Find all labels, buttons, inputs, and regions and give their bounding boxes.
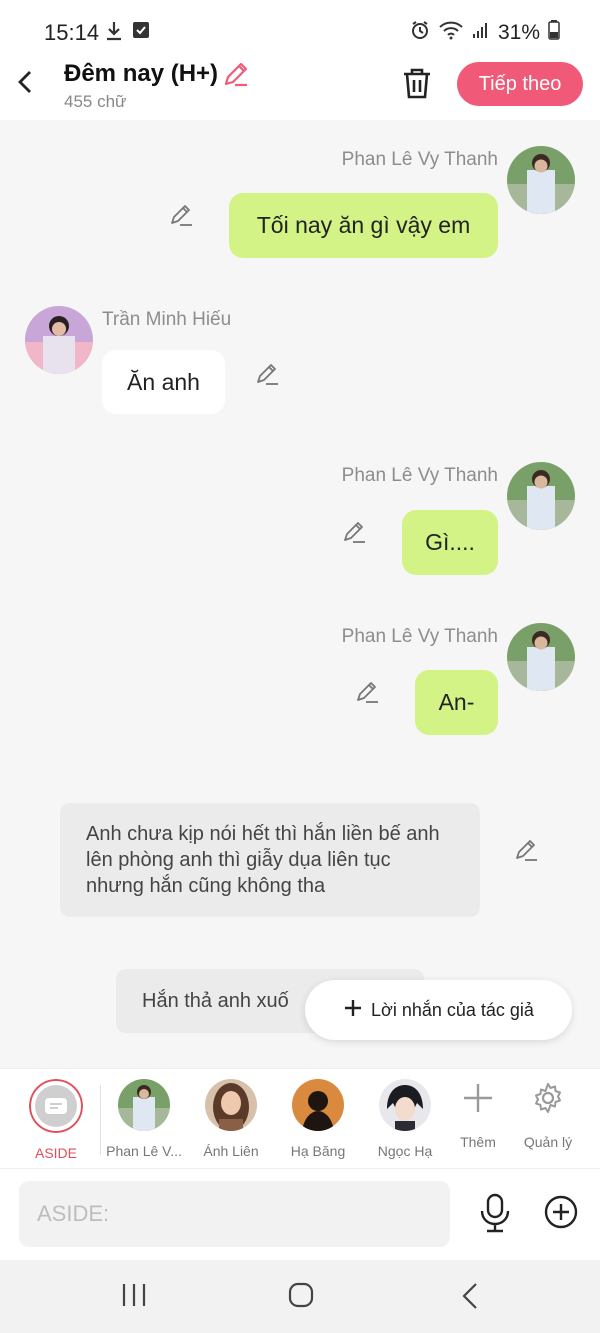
character-label: Thêm	[460, 1134, 496, 1150]
avatar	[379, 1079, 431, 1131]
character-label: Phan Lê V...	[106, 1143, 182, 1159]
character-anh-lien[interactable]: Ánh Liên	[189, 1079, 273, 1159]
character-label: Hạ Băng	[290, 1143, 346, 1159]
character-ha-bang[interactable]: Hạ Băng	[276, 1079, 360, 1159]
author-note-button[interactable]: Lời nhắn của tác giả	[305, 980, 572, 1040]
home-button[interactable]	[288, 1282, 314, 1313]
message-bubble[interactable]: An-	[415, 670, 498, 735]
sender-name: Phan Lê Vy Thanh	[341, 465, 498, 486]
alarm-icon	[410, 20, 430, 45]
message-text: An-	[438, 689, 475, 715]
message-bubble[interactable]: Tối nay ăn gì vậy em	[229, 193, 498, 258]
aside-icon	[29, 1079, 83, 1133]
character-bar: ASIDE Phan Lê V... Ánh Liên Hạ Băng Ngọc…	[0, 1068, 600, 1169]
recent-apps-button[interactable]	[121, 1282, 147, 1313]
avatar[interactable]	[507, 623, 575, 691]
gear-icon	[531, 1081, 565, 1120]
story-title: Đêm nay (H+)	[64, 60, 219, 87]
edit-message-icon[interactable]	[169, 202, 195, 228]
avatar[interactable]	[507, 462, 575, 530]
back-button[interactable]	[12, 68, 40, 96]
word-count: 455 chữ	[64, 92, 127, 111]
download-icon	[104, 20, 124, 47]
checkbox-icon	[132, 20, 150, 47]
chat-area[interactable]: Phan Lê Vy Thanh Tối nay ăn gì vậy em Tr…	[0, 120, 600, 1068]
wifi-icon	[438, 20, 464, 45]
message-bubble[interactable]: Gì....	[402, 510, 498, 575]
sender-name: Trần Minh Hiếu	[102, 309, 232, 330]
character-label: Ánh Liên	[203, 1143, 259, 1159]
avatar	[118, 1079, 170, 1131]
sender-name: Phan Lê Vy Thanh	[341, 626, 498, 647]
character-phan-le-vy-thanh[interactable]: Phan Lê V...	[102, 1079, 186, 1159]
character-label: ASIDE	[34, 1145, 77, 1161]
divider	[100, 1085, 101, 1155]
app-header: Đêm nay (H+) 455 chữ Tiếp theo	[0, 48, 600, 120]
character-aside[interactable]: ASIDE	[14, 1079, 98, 1161]
avatar	[205, 1079, 257, 1131]
edit-message-icon[interactable]	[342, 519, 368, 545]
narration-text: Anh chưa kịp nói hết thì hắn liền bế anh…	[86, 823, 440, 897]
status-time: 15:14	[44, 20, 100, 45]
message-bubble[interactable]: Ăn anh	[102, 350, 225, 414]
add-attachment-button[interactable]	[543, 1194, 579, 1235]
battery-icon	[548, 20, 560, 45]
avatar[interactable]	[25, 306, 93, 374]
signal-icon	[472, 21, 490, 44]
edit-message-icon[interactable]	[355, 679, 381, 705]
message-text: Tối nay ăn gì vậy em	[256, 212, 471, 238]
character-label: Ngọc Hạ	[377, 1143, 433, 1159]
microphone-icon[interactable]	[478, 1193, 512, 1238]
edit-title-icon[interactable]	[222, 60, 250, 93]
plus-icon	[461, 1081, 495, 1120]
delete-button[interactable]	[400, 66, 434, 105]
edit-narration-icon[interactable]	[514, 837, 540, 863]
avatar	[292, 1079, 344, 1131]
character-label: Quản lý	[523, 1134, 573, 1150]
edit-message-icon[interactable]	[255, 361, 281, 387]
narration-block[interactable]: Anh chưa kịp nói hết thì hắn liền bế anh…	[60, 803, 480, 917]
message-input[interactable]	[19, 1181, 450, 1247]
sender-name: Phan Lê Vy Thanh	[341, 149, 498, 170]
plus-icon	[343, 998, 363, 1023]
system-navigation-bar	[0, 1260, 600, 1333]
narration-text: Hắn thả anh xuố	[142, 990, 289, 1012]
message-text: Ăn anh	[127, 368, 200, 395]
avatar[interactable]	[507, 146, 575, 214]
next-button[interactable]: Tiếp theo	[457, 62, 583, 106]
battery-percent: 31%	[497, 20, 540, 44]
author-note-label: Lời nhắn của tác giả	[371, 999, 534, 1020]
manage-characters-button[interactable]: Quản lý	[506, 1081, 590, 1150]
back-nav-button[interactable]	[458, 1282, 484, 1315]
input-bar	[0, 1168, 600, 1261]
character-ngoc-ha[interactable]: Ngọc Hạ	[363, 1079, 447, 1159]
message-text: Gì....	[425, 529, 475, 555]
